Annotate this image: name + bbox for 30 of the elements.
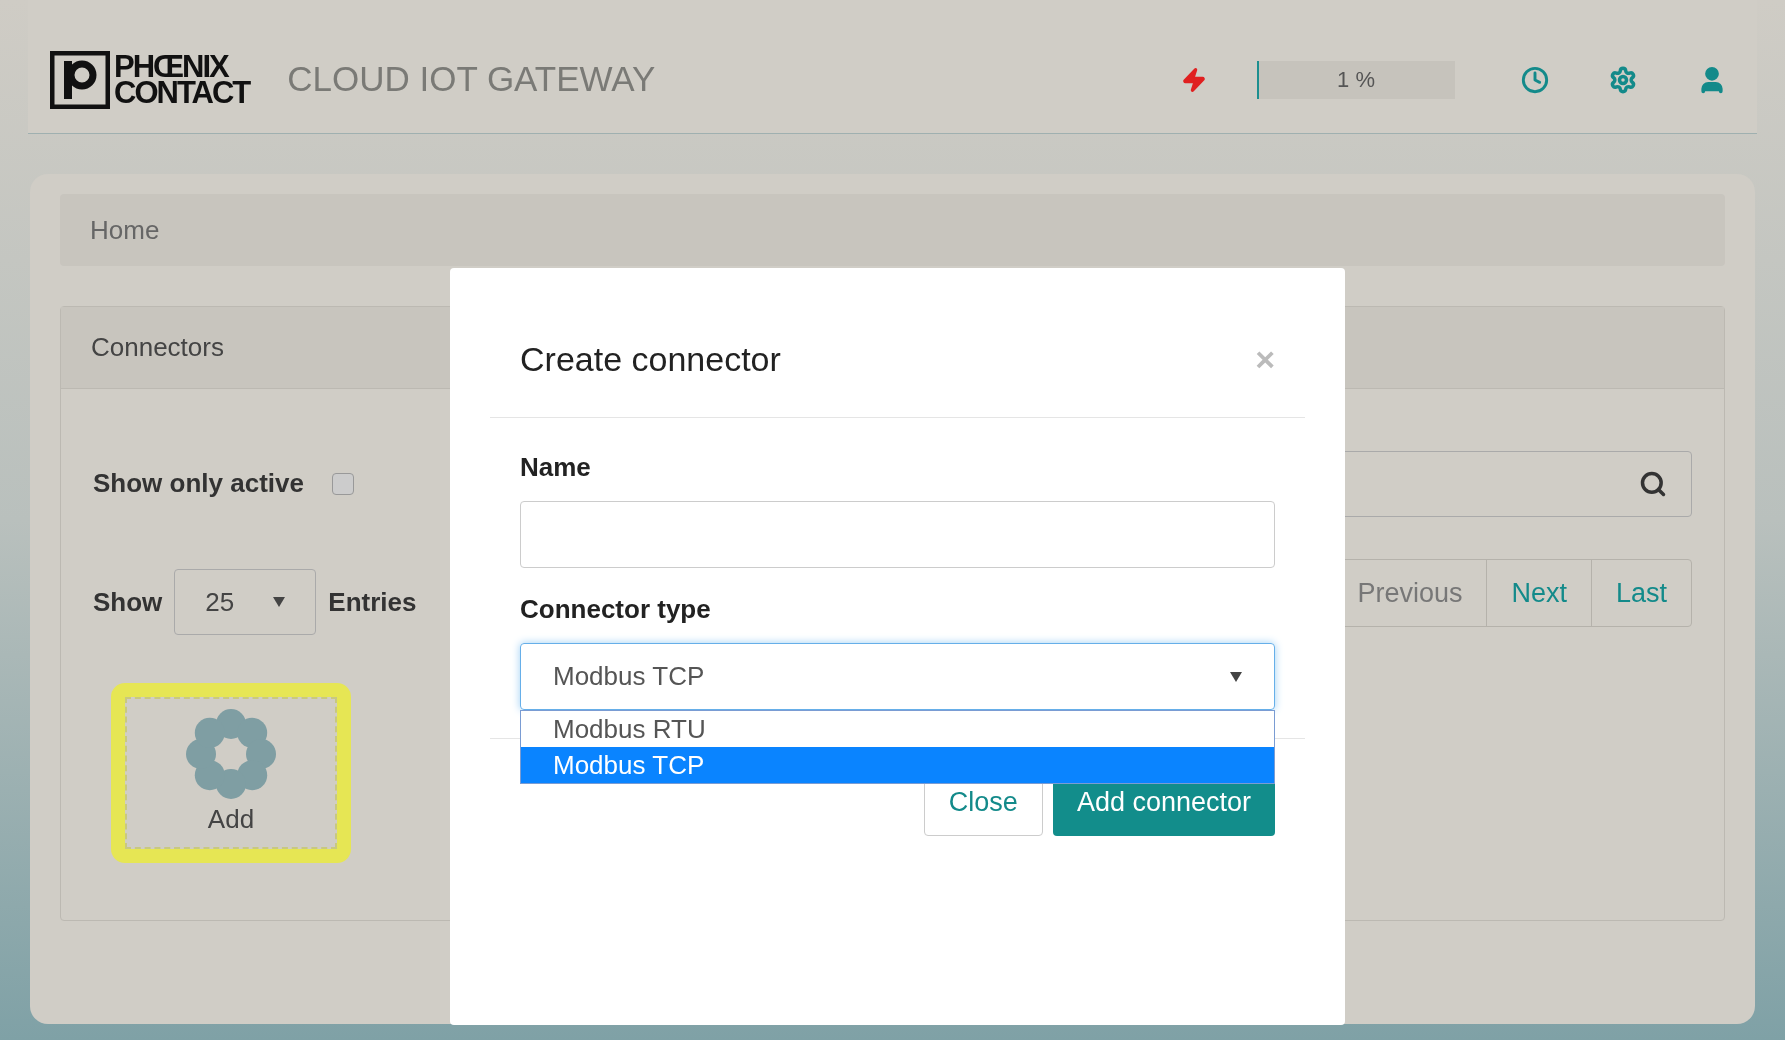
caret-icon [273,597,286,607]
app-title: CLOUD IOT GATEWAY [287,58,656,101]
field-label: Name [520,451,592,484]
filter-label: Show only active [93,467,304,500]
page-button[interactable]: Last [1590,560,1691,626]
logo-mark-icon [50,50,110,109]
flower-icon [185,707,277,800]
logo-text: PHŒNIX [114,53,229,80]
type-select[interactable]: Modbus TCP [520,643,1275,710]
panel-title: Connectors [91,331,224,364]
add-label: Add [207,802,255,836]
dropdown-option[interactable]: Modbus RTU [521,711,1274,747]
dropdown-option[interactable]: Modbus TCP [521,747,1274,783]
search-icon [1639,470,1667,498]
caret-icon [1230,671,1242,682]
filter-checkbox[interactable] [331,472,354,495]
show-label: Show [93,585,163,619]
logo-text: CONTACT [114,79,250,106]
lightning-icon [1181,66,1207,93]
usage-reading: 1 % [1337,66,1375,94]
settings-icon[interactable] [1609,65,1637,94]
field-label: Connector type [520,593,712,626]
clock-icon[interactable] [1521,65,1549,94]
name-input-field[interactable] [520,501,1275,568]
page-size-select[interactable]: 25 [174,569,317,635]
modal-title: Create connector [520,339,781,380]
page-button[interactable]: Next [1486,560,1591,626]
breadcrumb-link[interactable]: Home [90,210,160,250]
entries-label: Entries [328,585,417,619]
add-tile[interactable]: Add [125,697,337,849]
